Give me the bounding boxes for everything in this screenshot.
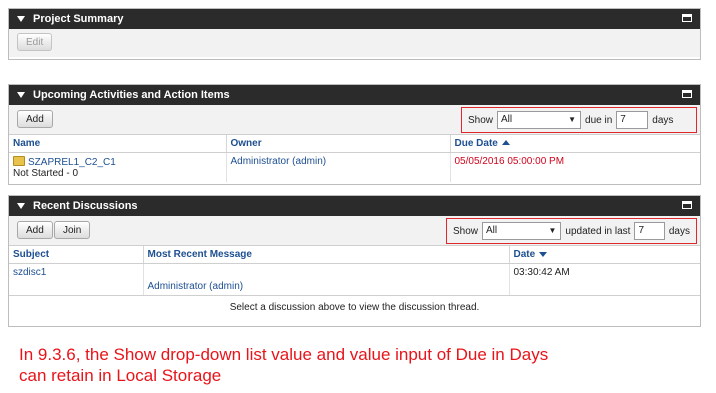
show-select[interactable]: All ▼ xyxy=(497,111,582,129)
author-link[interactable]: Administrator (admin) xyxy=(148,281,244,292)
sort-ascending-icon xyxy=(501,140,510,145)
activities-header-row: Name Owner Due Date xyxy=(9,135,700,153)
caption-line-1: In 9.3.6, the Show drop-down list value … xyxy=(19,345,549,364)
show-label: Show xyxy=(468,114,494,126)
discussion-footer-text: Select a discussion above to view the di… xyxy=(229,301,480,313)
discussion-message-cell: Administrator (admin) xyxy=(143,263,510,295)
activities-header[interactable]: Upcoming Activities and Action Items xyxy=(9,85,700,105)
discussions-toolbar: Add Join Show All ▼ updated in last 7 da… xyxy=(9,216,700,246)
owner-link[interactable]: Administrator (admin) xyxy=(231,156,327,167)
activities-filter-box: Show All ▼ due in 7 days xyxy=(461,107,697,133)
project-summary-toolbar: Edit xyxy=(9,29,700,57)
activities-panel: Upcoming Activities and Action Items Add… xyxy=(8,84,701,185)
activity-owner-cell: Administrator (admin) xyxy=(226,152,451,182)
edit-button[interactable]: Edit xyxy=(17,33,53,51)
show-select-value: All xyxy=(501,114,513,125)
column-header-due-date[interactable]: Due Date xyxy=(450,135,700,153)
discussions-panel: Recent Discussions Add Join Show All ▼ u… xyxy=(8,195,701,327)
sort-descending-icon xyxy=(539,252,548,257)
show-label: Show xyxy=(453,225,479,237)
due-in-label: due in xyxy=(585,114,613,126)
activity-name-link[interactable]: SZAPREL1_C2_C1 xyxy=(28,157,116,168)
discussions-title: Recent Discussions xyxy=(33,200,138,212)
discussion-footer: Select a discussion above to view the di… xyxy=(9,294,700,321)
column-header-subject[interactable]: Subject xyxy=(9,246,144,264)
dropdown-arrow-icon: ▼ xyxy=(548,226,557,235)
dropdown-arrow-icon: ▼ xyxy=(568,115,577,124)
activity-name-cell: SZAPREL1_C2_C1 Not Started - 0 xyxy=(9,152,227,182)
table-row[interactable]: SZAPREL1_C2_C1 Not Started - 0 Administr… xyxy=(9,152,700,183)
caption-line-2: can retain in Local Storage xyxy=(19,366,222,385)
maximize-icon[interactable] xyxy=(682,201,692,209)
add-discussion-button[interactable]: Add xyxy=(17,221,53,239)
discussions-header[interactable]: Recent Discussions xyxy=(9,196,700,216)
discussion-date-cell: 03:30:42 AM xyxy=(509,264,700,295)
column-header-message[interactable]: Most Recent Message xyxy=(143,246,510,264)
show-select-value: All xyxy=(486,225,498,236)
join-button[interactable]: Join xyxy=(54,221,91,239)
discussions-table: Subject Most Recent Message Date szdisc1… xyxy=(9,246,700,295)
discussions-header-row: Subject Most Recent Message Date xyxy=(9,246,700,264)
activity-status: Not Started - 0 xyxy=(13,168,79,179)
folder-icon xyxy=(13,156,25,166)
activity-due-cell: 05/05/2016 05:00:00 PM xyxy=(450,153,700,183)
activities-toolbar: Add Show All ▼ due in 7 days xyxy=(9,105,700,135)
updated-days-input[interactable]: 7 xyxy=(634,222,665,240)
column-header-owner[interactable]: Owner xyxy=(226,135,451,153)
show-select[interactable]: All ▼ xyxy=(482,222,562,240)
activities-table: Name Owner Due Date SZAPREL1_C2_C1 Not S… xyxy=(9,135,700,182)
column-header-name[interactable]: Name xyxy=(9,135,227,153)
days-label: days xyxy=(652,114,674,126)
updated-in-last-label: updated in last xyxy=(565,225,631,237)
project-summary-title: Project Summary xyxy=(33,13,124,25)
caption-text: In 9.3.6, the Show drop-down list value … xyxy=(19,344,548,386)
project-summary-header[interactable]: Project Summary xyxy=(9,9,700,29)
maximize-icon[interactable] xyxy=(682,90,692,98)
collapse-triangle-icon[interactable] xyxy=(17,16,25,22)
column-header-date[interactable]: Date xyxy=(509,246,700,264)
add-activity-button[interactable]: Add xyxy=(17,110,53,128)
activities-title: Upcoming Activities and Action Items xyxy=(33,89,230,101)
subject-link[interactable]: szdisc1 xyxy=(13,267,46,278)
due-days-input[interactable]: 7 xyxy=(616,111,649,129)
table-row[interactable]: szdisc1 Administrator (admin) 03:30:42 A… xyxy=(9,263,700,295)
maximize-icon[interactable] xyxy=(682,14,692,22)
collapse-triangle-icon[interactable] xyxy=(17,92,25,98)
due-date-value: 05/05/2016 05:00:00 PM xyxy=(454,156,565,167)
days-label: days xyxy=(668,225,690,237)
project-summary-panel: Project Summary Edit xyxy=(8,8,701,60)
discussion-subject-cell: szdisc1 xyxy=(9,263,144,295)
date-value: 03:30:42 AM xyxy=(513,267,570,278)
collapse-triangle-icon[interactable] xyxy=(17,203,25,209)
discussions-filter-box: Show All ▼ updated in last 7 days xyxy=(446,218,697,244)
